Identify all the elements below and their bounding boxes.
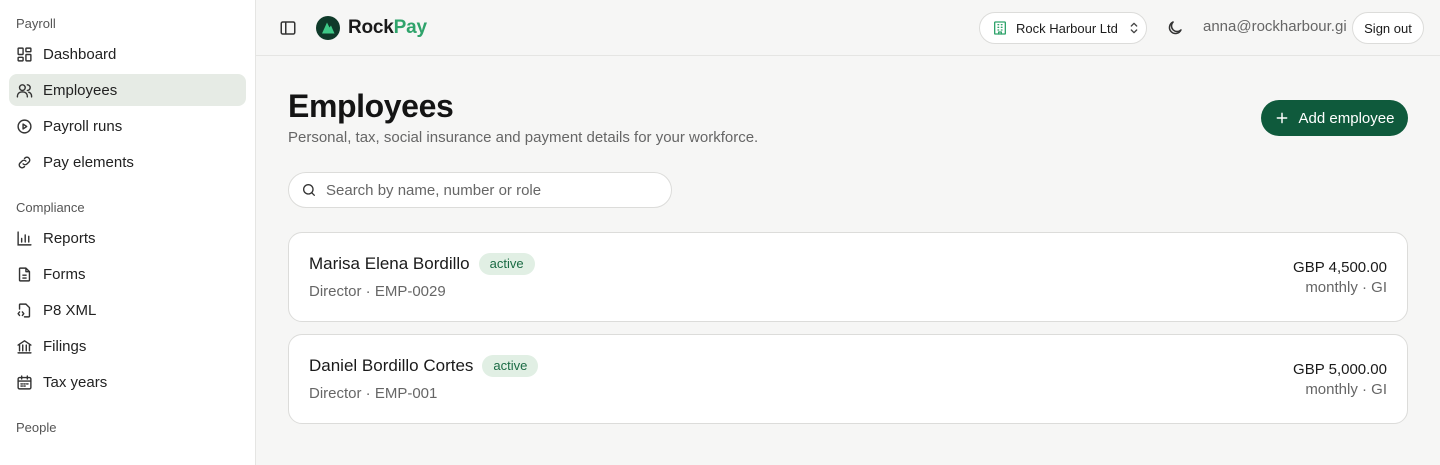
page-subtitle: Personal, tax, social insurance and paym… xyxy=(288,129,759,146)
employee-card[interactable]: Marisa Elena Bordillo active Director · … xyxy=(288,232,1408,322)
user-email: anna@rockharbour.gi xyxy=(1203,18,1347,35)
sidebar-item-label: Filings xyxy=(43,337,87,355)
moon-icon[interactable] xyxy=(1166,19,1184,37)
sign-out-button[interactable]: Sign out xyxy=(1352,12,1424,44)
link-icon xyxy=(18,156,31,168)
sidebar-section-people: People xyxy=(16,420,57,435)
calendar-icon xyxy=(17,374,32,390)
sidebar-section-payroll: Payroll xyxy=(16,16,56,31)
status-badge: active xyxy=(482,355,539,377)
search-input[interactable] xyxy=(326,181,646,199)
plus-icon xyxy=(1276,112,1287,124)
employee-list: Marisa Elena Bordillo active Director · … xyxy=(288,232,1408,436)
sidebar-item-p8-xml[interactable]: P8 XML xyxy=(9,294,246,326)
employee-meta: Director · EMP-0029 xyxy=(309,283,446,300)
status-badge: active xyxy=(478,253,535,275)
chevron-up-down-icon xyxy=(1130,22,1138,34)
sidebar-item-label: Payroll runs xyxy=(43,117,123,135)
search-box[interactable] xyxy=(288,172,672,208)
sidebar-item-label: Reports xyxy=(43,229,96,247)
brand-name: RockPay xyxy=(348,17,427,38)
sidebar-item-label: Pay elements xyxy=(43,153,134,171)
employee-name-row: Daniel Bordillo Cortes active xyxy=(309,355,539,377)
file-code-icon xyxy=(17,302,31,318)
sidebar-item-label: Employees xyxy=(43,81,118,99)
employee-pay: GBP 5,000.00 xyxy=(1293,361,1387,378)
sidebar-item-payroll-runs[interactable]: Payroll runs xyxy=(9,110,246,142)
sidebar-item-label: P8 XML xyxy=(43,301,97,319)
dashboard-icon xyxy=(17,46,32,62)
sidebar-toggle-icon[interactable] xyxy=(279,19,297,37)
bar-chart-icon xyxy=(17,230,32,246)
brand-logo[interactable]: RockPay xyxy=(316,16,427,40)
employee-name: Daniel Bordillo Cortes xyxy=(309,356,474,375)
sidebar-item-filings[interactable]: Filings xyxy=(9,330,246,362)
sidebar-item-label: Forms xyxy=(43,265,86,283)
company-selector[interactable]: Rock Harbour Ltd xyxy=(979,12,1147,44)
sidebar-item-forms[interactable]: Forms xyxy=(9,258,246,290)
employee-pay: GBP 4,500.00 xyxy=(1293,259,1387,276)
sidebar: Payroll Dashboard Employees Payroll runs… xyxy=(0,0,256,465)
document-icon xyxy=(18,266,31,282)
search-icon xyxy=(303,184,315,196)
rockpay-logo-icon xyxy=(316,16,340,40)
sidebar-section-compliance: Compliance xyxy=(16,200,85,215)
employee-frequency: monthly · GI xyxy=(1305,279,1387,296)
employee-meta: Director · EMP-001 xyxy=(309,385,438,402)
add-employee-button[interactable]: Add employee xyxy=(1261,100,1408,136)
employee-name: Marisa Elena Bordillo xyxy=(309,254,470,273)
play-circle-icon xyxy=(17,118,32,134)
sidebar-item-employees[interactable]: Employees xyxy=(9,74,246,106)
sidebar-item-pay-elements[interactable]: Pay elements xyxy=(9,146,246,178)
bank-icon xyxy=(17,339,32,354)
employee-frequency: monthly · GI xyxy=(1305,381,1387,398)
company-name: Rock Harbour Ltd xyxy=(1016,20,1118,36)
top-bar: RockPay Rock Harbour Ltd anna@rockharbou… xyxy=(256,0,1440,56)
sidebar-item-dashboard[interactable]: Dashboard xyxy=(9,38,246,70)
page-title: Employees xyxy=(288,88,454,124)
sidebar-item-label: Dashboard xyxy=(43,45,117,63)
users-icon xyxy=(16,83,33,98)
sidebar-item-reports[interactable]: Reports xyxy=(9,222,246,254)
sidebar-item-label: Tax years xyxy=(43,373,108,391)
sidebar-item-tax-years[interactable]: Tax years xyxy=(9,366,246,398)
building-icon xyxy=(994,21,1006,35)
employee-name-row: Marisa Elena Bordillo active xyxy=(309,253,535,275)
employee-card[interactable]: Daniel Bordillo Cortes active Director ·… xyxy=(288,334,1408,424)
add-employee-label: Add employee xyxy=(1298,109,1395,127)
